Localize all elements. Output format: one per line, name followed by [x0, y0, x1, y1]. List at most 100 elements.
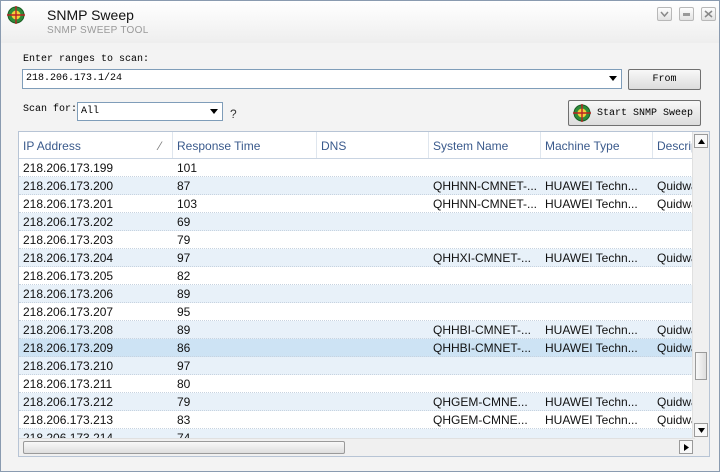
cell-machine-type: HUAWEI Techn...: [545, 413, 638, 427]
cell-response-time: 69: [177, 215, 191, 229]
cell-ip-address: 218.206.173.209: [23, 341, 114, 355]
cell-dns: [317, 159, 429, 177]
cell-response-time: 89: [177, 323, 191, 337]
from-button[interactable]: From: [628, 69, 701, 90]
cell-system-name: QHGEM-CMNE...: [433, 413, 528, 427]
table-row[interactable]: 218.206.173.208 89 QHHBI-CMNET-... HUAWEI T…: [19, 321, 695, 339]
cell-description: [653, 231, 695, 249]
cell-system-name: [429, 357, 541, 375]
table-row[interactable]: 218.206.173.212 79 QHGEM-CMNE... HUAWEI Tec…: [19, 393, 695, 411]
cell-dns: [317, 339, 429, 357]
cell-response-time: 80: [177, 377, 191, 391]
table-body: 218.206.173.199 101 218.206.173.200 87 QHHNN…: [19, 159, 695, 439]
title-bar[interactable]: SNMP Sweep SNMP SWEEP TOOL: [1, 1, 719, 43]
cell-machine-type: [541, 267, 653, 285]
cell-ip-address: 218.206.173.207: [23, 305, 114, 319]
scan-for-label: Scan for:: [23, 104, 78, 115]
cell-ip-address: 218.206.173.200: [23, 179, 114, 193]
table-row[interactable]: 218.206.173.204 97 QHHXI-CMNET-... HUAWEI T…: [19, 249, 695, 267]
column-description[interactable]: Description: [653, 132, 695, 158]
scan-for-value[interactable]: All: [81, 106, 99, 117]
cell-description: Quidway: [657, 395, 695, 409]
table-row[interactable]: 218.206.173.205 82: [19, 267, 695, 285]
cell-system-name: [429, 231, 541, 249]
cell-response-time: 97: [177, 359, 191, 373]
cell-ip-address: 218.206.173.213: [23, 413, 114, 427]
help-link[interactable]: ?: [230, 107, 237, 121]
arrow-down-icon: [698, 428, 705, 433]
cell-system-name: QHHNN-CMNET-...: [433, 179, 537, 193]
cell-description: [653, 159, 695, 177]
start-snmp-sweep-label: Start SNMP Sweep: [597, 108, 694, 119]
cell-dns: [317, 249, 429, 267]
cell-description: [653, 303, 695, 321]
column-system-name[interactable]: System Name: [429, 132, 541, 158]
cell-system-name: [429, 267, 541, 285]
cell-ip-address: 218.206.173.203: [23, 233, 114, 247]
results-table[interactable]: IP Address ⁄ Response Time DNS System Na…: [18, 131, 710, 457]
close-icon: [704, 10, 713, 18]
start-sweep-icon: [573, 104, 591, 122]
column-response-time[interactable]: Response Time: [173, 132, 317, 158]
vertical-scroll-thumb[interactable]: [695, 352, 707, 380]
cell-dns: [317, 321, 429, 339]
table-row[interactable]: 218.206.173.201 103 QHHNN-CMNET-... HUAWEI …: [19, 195, 695, 213]
horizontal-scroll-thumb[interactable]: [23, 441, 345, 454]
cell-description: [653, 357, 695, 375]
close-button[interactable]: [701, 7, 716, 21]
table-row[interactable]: 218.206.173.202 69: [19, 213, 695, 231]
cell-system-name: QHHBI-CMNET-...: [433, 323, 531, 337]
cell-dns: [317, 177, 429, 195]
scroll-right-button[interactable]: [679, 440, 693, 454]
dropdown-arrow-icon[interactable]: [210, 109, 218, 115]
cell-machine-type: HUAWEI Techn...: [545, 251, 638, 265]
window-title: SNMP Sweep: [47, 7, 134, 23]
cell-response-time: 86: [177, 341, 191, 355]
dropdown-window-button[interactable]: [657, 7, 672, 21]
range-combobox[interactable]: 218.206.173.1/24: [22, 69, 622, 89]
minimize-button[interactable]: [679, 7, 694, 21]
scroll-down-button[interactable]: [694, 423, 708, 437]
horizontal-scrollbar[interactable]: [19, 438, 695, 456]
column-dns[interactable]: DNS: [317, 132, 429, 158]
cell-dns: [317, 267, 429, 285]
scan-for-select[interactable]: All: [77, 102, 223, 121]
table-row[interactable]: 218.206.173.199 101: [19, 159, 695, 177]
chevron-down-icon: [660, 11, 669, 18]
cell-description: Quidway: [657, 197, 695, 211]
cell-machine-type: [541, 303, 653, 321]
cell-dns: [317, 213, 429, 231]
cell-system-name: [429, 303, 541, 321]
sort-indicator-icon: ⁄: [159, 139, 162, 153]
column-ip-address[interactable]: IP Address ⁄: [19, 132, 173, 158]
cell-system-name: QHHXI-CMNET-...: [433, 251, 531, 265]
table-row[interactable]: 218.206.173.209 86 QHHBI-CMNET-... HUAWEI T…: [19, 339, 695, 357]
cell-description: Quidway: [657, 251, 695, 265]
column-machine-type[interactable]: Machine Type: [541, 132, 653, 158]
cell-machine-type: HUAWEI Techn...: [545, 197, 638, 211]
cell-description: [653, 213, 695, 231]
table-row[interactable]: 218.206.173.210 97: [19, 357, 695, 375]
cell-machine-type: HUAWEI Techn...: [545, 341, 638, 355]
table-row[interactable]: 218.206.173.211 80: [19, 375, 695, 393]
vertical-scrollbar[interactable]: [692, 132, 709, 439]
start-snmp-sweep-button[interactable]: Start SNMP Sweep: [568, 100, 701, 126]
arrow-up-icon: [698, 139, 705, 144]
cell-ip-address: 218.206.173.211: [23, 377, 113, 391]
minimize-icon: [683, 13, 690, 16]
cell-response-time: 95: [177, 305, 191, 319]
cell-dns: [317, 357, 429, 375]
cell-dns: [317, 375, 429, 393]
main-panel: Enter ranges to scan: 218.206.173.1/24 F…: [1, 43, 719, 471]
table-row[interactable]: 218.206.173.203 79: [19, 231, 695, 249]
range-value[interactable]: 218.206.173.1/24: [26, 73, 122, 84]
table-row[interactable]: 218.206.173.207 95: [19, 303, 695, 321]
dropdown-arrow-icon[interactable]: [609, 76, 617, 82]
scroll-up-button[interactable]: [694, 134, 708, 148]
cell-description: [653, 267, 695, 285]
cell-system-name: [429, 213, 541, 231]
table-row[interactable]: 218.206.173.206 89: [19, 285, 695, 303]
table-row[interactable]: 218.206.173.200 87 QHHNN-CMNET-... HUAWEI T…: [19, 177, 695, 195]
table-row[interactable]: 218.206.173.213 83 QHGEM-CMNE... HUAWEI Tec…: [19, 411, 695, 429]
app-crosshair-icon: [7, 6, 25, 24]
